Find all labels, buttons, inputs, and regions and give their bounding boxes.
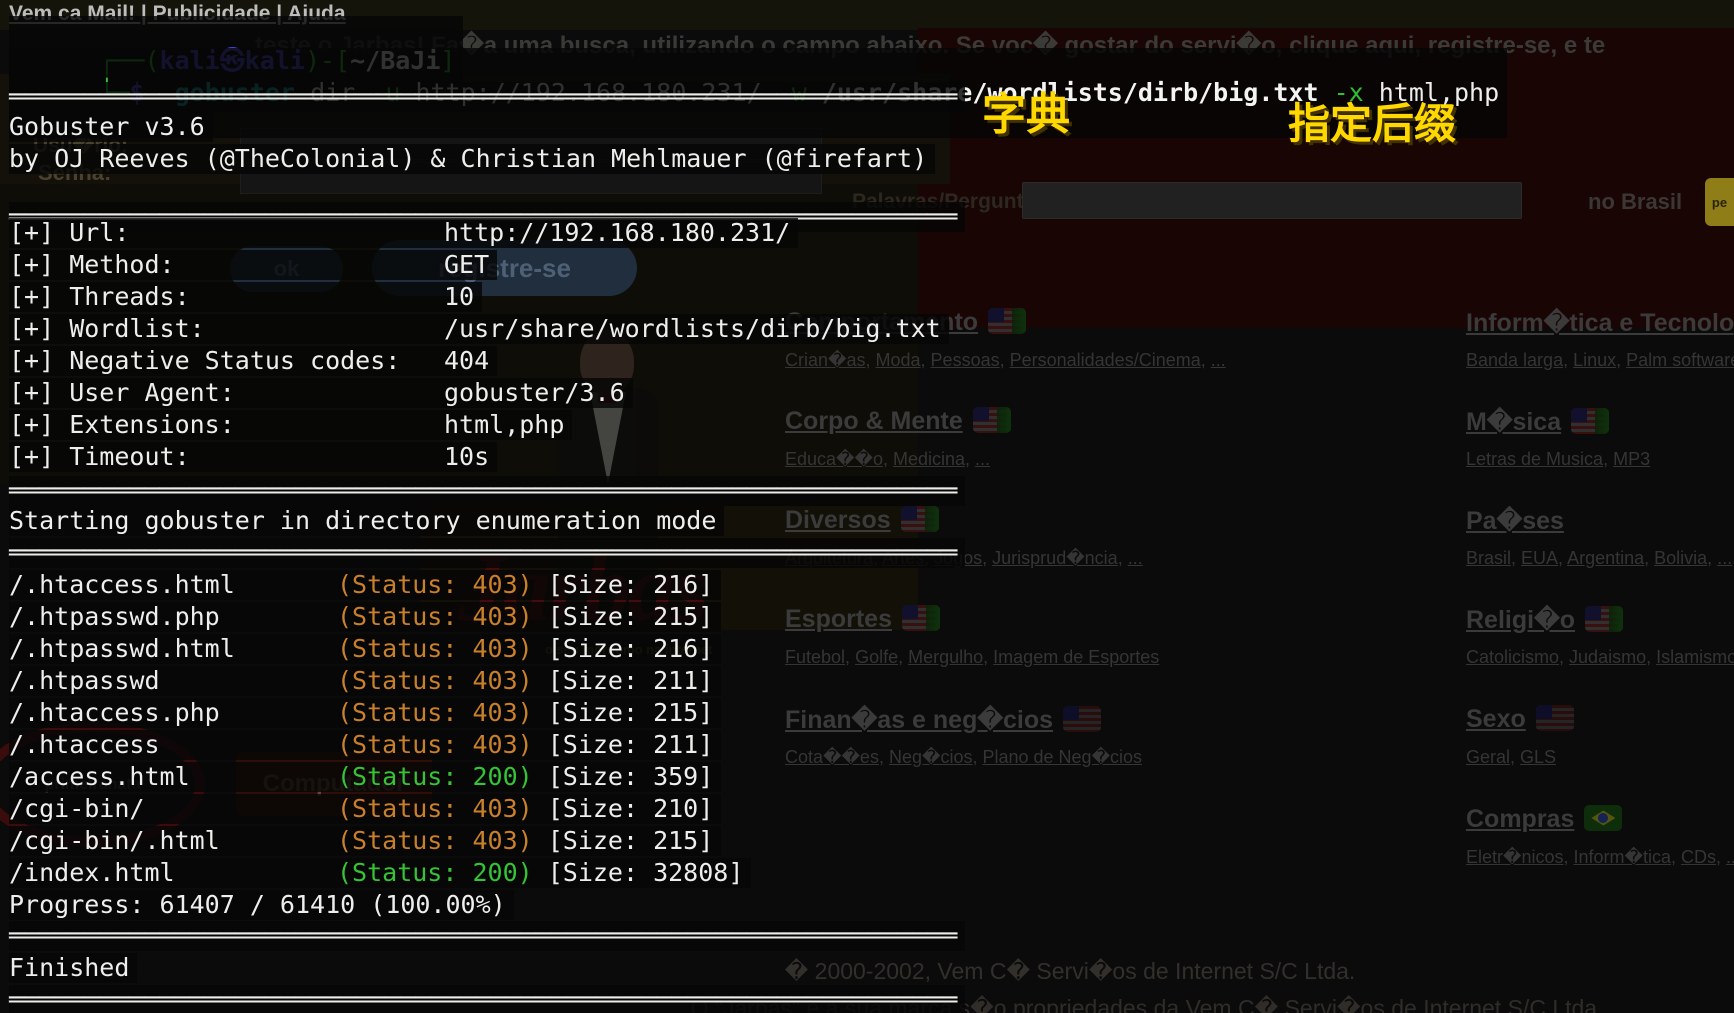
config-row: [+] Method:GET (9, 250, 497, 280)
result-path: /.htpasswd (9, 666, 337, 696)
result-row: /.htaccess(Status: 403) [Size: 211] (9, 730, 721, 760)
config-row: [+] Negative Status codes:404 (9, 346, 497, 376)
result-path: /index.html (9, 858, 337, 888)
annotation-dictionary: 字典 (982, 78, 1070, 142)
config-value: /usr/share/wordlists/dirb/big.txt (444, 314, 941, 343)
config-label: [+] Url: (9, 218, 444, 248)
result-row: /.htpasswd.html(Status: 403) [Size: 216] (9, 634, 721, 664)
gobuster-authors: by OJ Reeves (@TheColonial) & Christian … (9, 144, 935, 174)
config-label: [+] Timeout: (9, 442, 444, 472)
config-label: [+] User Agent: (9, 378, 444, 408)
separator-line: ════════════════════════════════════════… (9, 921, 965, 951)
config-value: gobuster/3.6 (444, 378, 625, 407)
result-row: /.htpasswd.php(Status: 403) [Size: 215] (9, 602, 721, 632)
config-row: [+] User Agent:gobuster/3.6 (9, 378, 633, 408)
result-status: (Status: 403) (337, 570, 533, 599)
result-path: /.htpasswd.html (9, 634, 337, 664)
result-path: /access.html (9, 762, 337, 792)
separator-line: ════════════════════════════════════════… (9, 538, 965, 568)
result-size: [Size: 210] (533, 794, 714, 823)
result-status: (Status: 403) (337, 826, 533, 855)
result-size: [Size: 216] (533, 570, 714, 599)
config-value: 10 (444, 282, 474, 311)
result-row: /.htaccess.html(Status: 403) [Size: 216] (9, 570, 721, 600)
config-row: [+] Extensions:html,php (9, 410, 572, 440)
result-status: (Status: 200) (337, 762, 533, 791)
result-size: [Size: 32808] (533, 858, 744, 887)
result-row: /.htaccess.php(Status: 403) [Size: 215] (9, 698, 721, 728)
separator-line: ════════════════════════════════════════… (9, 476, 965, 506)
config-row: [+] Wordlist:/usr/share/wordlists/dirb/b… (9, 314, 949, 344)
result-row: /cgi-bin/.html(Status: 403) [Size: 215] (9, 826, 721, 856)
config-row: [+] Url:http://192.168.180.231/ (9, 218, 798, 248)
result-status: (Status: 200) (337, 858, 533, 887)
result-status: (Status: 403) (337, 698, 533, 727)
result-path: /.htaccess.php (9, 698, 337, 728)
result-size: [Size: 216] (533, 634, 714, 663)
config-value: html,php (444, 410, 564, 439)
result-status: (Status: 403) (337, 634, 533, 663)
config-row: [+] Threads:10 (9, 282, 482, 312)
result-size: [Size: 359] (533, 762, 714, 791)
config-value: GET (444, 250, 489, 279)
result-status: (Status: 403) (337, 602, 533, 631)
terminal-output: ┌──(kali㉿kali)-[~/BaJi] └─$ gobuster dir… (0, 0, 1734, 1013)
result-path: /.htaccess (9, 730, 337, 760)
config-label: [+] Method: (9, 250, 444, 280)
gobuster-version: Gobuster v3.6 (9, 112, 213, 142)
result-size: [Size: 215] (533, 826, 714, 855)
separator-line: ════════════════════════════════════════… (9, 82, 965, 112)
result-status: (Status: 403) (337, 666, 533, 695)
config-value: 10s (444, 442, 489, 471)
result-size: [Size: 215] (533, 602, 714, 631)
result-size: [Size: 211] (533, 666, 714, 695)
progress-line: Progress: 61407 / 61410 (100.00%) (9, 890, 514, 920)
screenshot-root: Vem ca Mail! | Publicidade | Ajuda teste… (0, 0, 1734, 1013)
result-row: /.htpasswd(Status: 403) [Size: 211] (9, 666, 721, 696)
config-row: [+] Timeout:10s (9, 442, 497, 472)
result-status: (Status: 403) (337, 730, 533, 759)
result-row: /access.html(Status: 200) [Size: 359] (9, 762, 721, 792)
config-label: [+] Extensions: (9, 410, 444, 440)
config-label: [+] Threads: (9, 282, 444, 312)
result-path: /.htaccess.html (9, 570, 337, 600)
result-row: /index.html(Status: 200) [Size: 32808] (9, 858, 751, 888)
result-path: /.htpasswd.php (9, 602, 337, 632)
result-status: (Status: 403) (337, 794, 533, 823)
annotation-suffix: 指定后缀 (1288, 90, 1456, 151)
result-row: /cgi-bin/(Status: 403) [Size: 210] (9, 794, 721, 824)
finished-line: Finished (9, 953, 137, 983)
starting-line: Starting gobuster in directory enumerati… (9, 506, 724, 536)
config-value: 404 (444, 346, 489, 375)
result-size: [Size: 215] (533, 698, 714, 727)
config-label: [+] Negative Status codes: (9, 346, 444, 376)
result-path: /cgi-bin/ (9, 794, 337, 824)
separator-line: ════════════════════════════════════════… (9, 985, 965, 1013)
config-label: [+] Wordlist: (9, 314, 444, 344)
config-value: http://192.168.180.231/ (444, 218, 790, 247)
result-path: /cgi-bin/.html (9, 826, 337, 856)
result-size: [Size: 211] (533, 730, 714, 759)
